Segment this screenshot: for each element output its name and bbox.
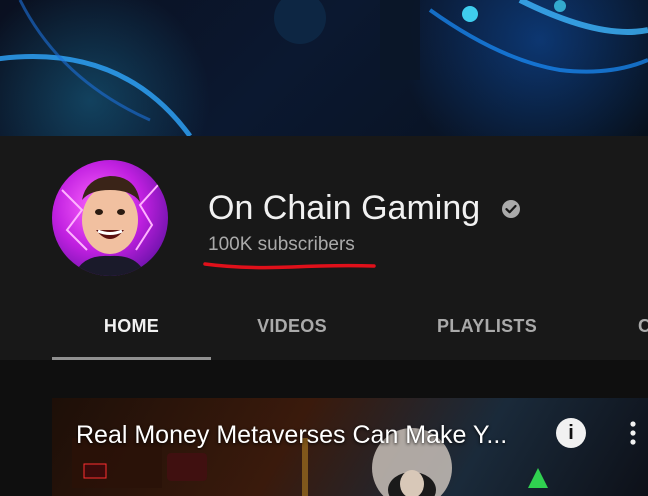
more-options-icon[interactable] <box>628 418 638 448</box>
channel-banner <box>0 0 648 136</box>
featured-video-title[interactable]: Real Money Metaverses Can Make Y... <box>76 420 536 450</box>
tab-community-partial[interactable]: C <box>638 306 648 360</box>
tab-home[interactable]: HOME <box>52 306 211 360</box>
info-icon[interactable]: i <box>556 418 586 448</box>
tab-playlists[interactable]: PLAYLISTS <box>414 306 560 360</box>
banner-artwork <box>0 0 648 136</box>
verified-check-icon <box>502 200 520 218</box>
subscriber-count: 100K subscribers <box>208 234 355 255</box>
channel-name: On Chain Gaming <box>208 189 481 227</box>
tab-videos[interactable]: VIDEOS <box>232 306 352 360</box>
red-underline-annotation <box>203 262 376 270</box>
channel-tabs: HOME VIDEOS PLAYLISTS C <box>52 306 648 360</box>
channel-avatar[interactable] <box>52 160 168 276</box>
avatar-face-image <box>61 176 159 276</box>
